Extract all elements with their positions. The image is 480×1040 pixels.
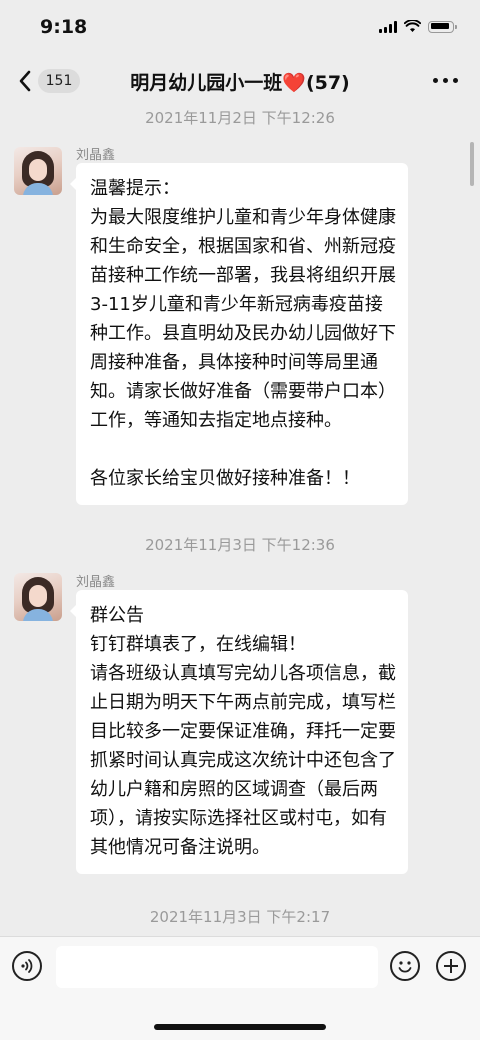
emoji-icon[interactable] (390, 951, 420, 981)
voice-icon[interactable] (12, 951, 42, 981)
status-time: 9:18 (40, 16, 88, 38)
battery-icon (428, 20, 457, 33)
cellular-signal-icon (379, 20, 397, 33)
sender-name: 刘晶鑫 (76, 575, 116, 590)
message-timestamp: 2021年11月3日 下午2:17 (149, 908, 331, 926)
scrollbar[interactable] (470, 142, 474, 186)
message-input[interactable] (56, 946, 378, 988)
home-indicator[interactable] (154, 1024, 326, 1030)
message-bubble[interactable]: 群公告 钉钉群填表了，在线编辑！ 请各班级认真填写完幼儿各项信息，截止日期为明天… (70, 590, 408, 874)
more-dots-icon[interactable] (433, 78, 458, 83)
status-icons (379, 20, 457, 33)
wifi-icon (404, 20, 421, 32)
status-bar: 9:18 (0, 0, 480, 56)
chat-title: 明月幼儿园小一班❤️(57) (0, 68, 480, 95)
message-timestamp: 2021年11月3日 下午12:36 (145, 536, 335, 554)
message-timestamp: 2021年11月2日 下午12:26 (145, 109, 335, 127)
message-bubble[interactable]: 温馨提示： 为最大限度维护儿童和青少年身体健康和生命安全，根据国家和省、州新冠疫… (70, 163, 408, 505)
avatar[interactable] (14, 147, 62, 195)
heart-emoji: ❤️ (282, 72, 306, 94)
avatar[interactable] (14, 573, 62, 621)
chat-header: 151 明月幼儿园小一班❤️(57) (0, 56, 480, 106)
message-list[interactable]: 2021年11月2日 下午12:26 刘晶鑫 温馨提示： 为最大限度维护儿童和青… (0, 106, 480, 936)
group-name: 明月幼儿园小一班 (130, 72, 283, 94)
member-count: (57) (305, 72, 350, 94)
sender-name: 刘晶鑫 (76, 148, 116, 163)
plus-icon[interactable] (436, 951, 466, 981)
